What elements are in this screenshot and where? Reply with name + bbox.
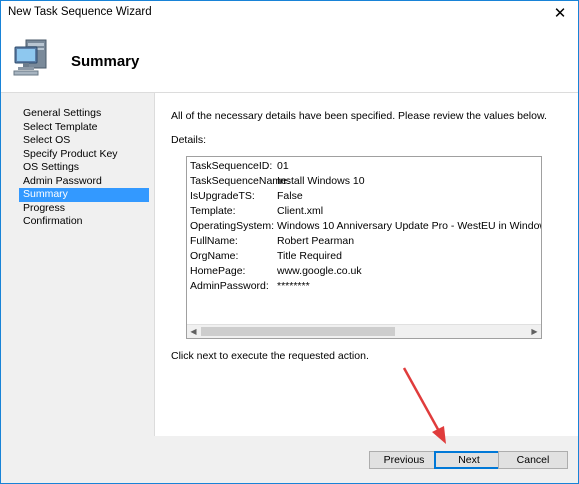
nav-item-specify-product-key[interactable]: Specify Product Key [19,148,149,162]
detail-key: OrgName: [190,250,239,262]
detail-key: AdminPassword: [190,280,269,292]
detail-value: False [277,190,303,202]
next-button[interactable]: Next [434,451,504,469]
nav-item-admin-password[interactable]: Admin Password [19,175,149,189]
detail-value: Windows 10 Anniversary Update Pro - West… [277,220,541,232]
close-icon[interactable]: ✕ [542,1,578,25]
window-title: New Task Sequence Wizard [8,6,152,18]
nav-item-confirmation[interactable]: Confirmation [19,215,149,229]
scrollbar-thumb[interactable] [201,327,395,336]
wizard-steps-nav: General Settings Select Template Select … [19,107,149,229]
detail-value: Title Required [277,250,342,262]
nav-item-summary[interactable]: Summary [19,188,149,202]
scroll-right-icon[interactable]: ▶ [528,325,541,338]
detail-value: Robert Pearman [277,235,355,247]
nav-item-select-template[interactable]: Select Template [19,121,149,135]
details-list[interactable]: TaskSequenceID: 01 TaskSequenceName: Ins… [186,156,542,339]
detail-key: Template: [190,205,236,217]
detail-key: HomePage: [190,265,246,277]
intro-text: All of the necessary details have been s… [171,110,547,122]
footer-note: Click next to execute the requested acti… [171,350,369,362]
computer-icon [13,39,47,76]
detail-value: Client.xml [277,205,324,217]
detail-value: ******** [277,280,310,292]
page-title: Summary [71,53,140,70]
detail-key: TaskSequenceID: [190,160,273,172]
detail-key: IsUpgradeTS: [190,190,255,202]
previous-button[interactable]: Previous [369,451,439,469]
detail-key: OperatingSystem: [190,220,275,232]
detail-value: Install Windows 10 [277,175,365,187]
scroll-left-icon[interactable]: ◀ [187,325,200,338]
horizontal-scrollbar[interactable]: ◀ ▶ [187,324,541,338]
nav-item-progress[interactable]: Progress [19,202,149,216]
wizard-header: Summary [1,25,578,93]
nav-item-general-settings[interactable]: General Settings [19,107,149,121]
detail-key: FullName: [190,235,238,247]
detail-value: www.google.co.uk [277,265,362,277]
nav-item-os-settings[interactable]: OS Settings [19,161,149,175]
summary-panel: All of the necessary details have been s… [155,93,578,436]
wizard-window: New Task Sequence Wizard ✕ Summary Gener… [0,0,579,484]
detail-key: TaskSequenceName: [190,175,290,187]
details-label: Details: [171,134,207,146]
nav-item-select-os[interactable]: Select OS [19,134,149,148]
cancel-button[interactable]: Cancel [498,451,568,469]
title-bar[interactable]: New Task Sequence Wizard ✕ [1,1,578,25]
detail-value: 01 [277,160,289,172]
